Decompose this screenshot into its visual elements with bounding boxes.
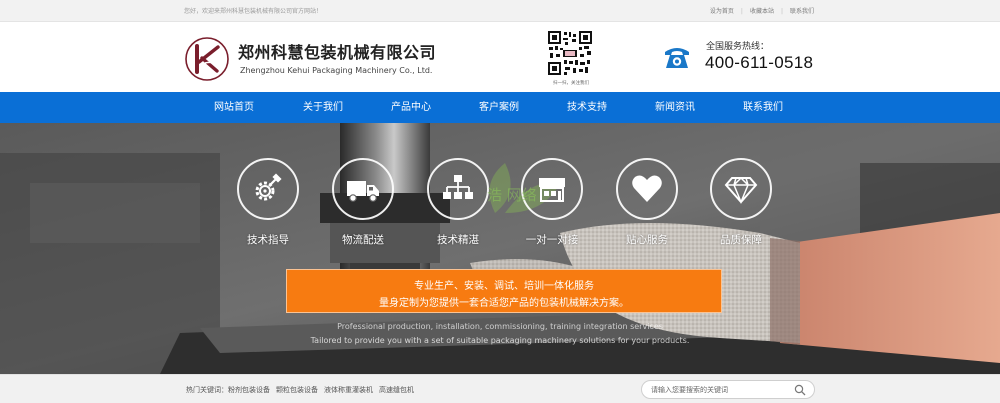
hero-banner: 技术指导 物流配送 技术精湛 一对一对接 贴心服务 品质保障 浩 网络 专业生产… <box>0 123 1000 374</box>
keyword-link[interactable]: 液体称重灌装机 <box>324 386 373 394</box>
search-box <box>641 380 815 399</box>
feature-label: 品质保障 <box>720 234 762 246</box>
nav-item-contact[interactable]: 联系我们 <box>725 92 801 123</box>
feature-superb-skills[interactable]: 技术精湛 <box>426 158 490 247</box>
feature-label: 技术指导 <box>247 234 289 246</box>
search-icon[interactable] <box>794 384 806 396</box>
feature-icon-circle[interactable] <box>237 158 299 220</box>
feature-label: 技术精湛 <box>437 234 479 246</box>
bookmark-link[interactable]: 收藏本站 <box>750 8 774 15</box>
main-nav: 网站首页 关于我们 产品中心 客户案例 技术支持 新闻资讯 联系我们 <box>0 92 1000 123</box>
heart-icon <box>632 175 662 202</box>
feature-technical-guidance[interactable]: 技术指导 <box>236 158 300 247</box>
feature-label: 物流配送 <box>342 234 384 246</box>
feature-icon-circle[interactable] <box>427 158 489 220</box>
watermark-text: 浩 网络 <box>487 186 537 204</box>
nav-item-cases[interactable]: 客户案例 <box>461 92 537 123</box>
nav-item-support[interactable]: 技术支持 <box>549 92 625 123</box>
service-banner: 专业生产、安装、调试、培训一体化服务 量身定制为您提供一套合适您产品的包装机械解… <box>286 269 722 313</box>
feature-icon-circle[interactable] <box>710 158 772 220</box>
keyword-link[interactable]: 高速缝包机 <box>379 386 414 394</box>
feature-logistics[interactable]: 物流配送 <box>331 158 395 247</box>
company-logo-icon[interactable] <box>184 36 230 82</box>
banner-line-1: 专业生产、安装、调试、培训一体化服务 <box>414 281 594 292</box>
nav-item-about[interactable]: 关于我们 <box>285 92 361 123</box>
feature-quality-assurance[interactable]: 品质保障 <box>709 158 773 247</box>
feature-label: 贴心服务 <box>626 234 668 246</box>
welcome-text: 您好，欢迎来郑州科慧包装机械有限公司官方网站！ <box>184 8 323 15</box>
hotline-number: 400-611-0518 <box>705 53 814 72</box>
keyword-link[interactable]: 粉剂包装设备 <box>228 386 270 394</box>
gear-wrench-icon <box>255 173 282 201</box>
org-chart-icon <box>443 175 473 199</box>
hotline-label: 全国服务热线： <box>706 42 770 52</box>
english-tagline-2: Tailored to provide you with a set of su… <box>310 336 690 345</box>
truck-icon <box>347 181 379 202</box>
keyword-link[interactable]: 颗粒包装设备 <box>276 386 318 394</box>
feature-icon-circle[interactable] <box>616 158 678 220</box>
wechat-qr-code <box>547 30 593 76</box>
contact-us-link[interactable]: 联系我们 <box>790 8 814 15</box>
nav-item-products[interactable]: 产品中心 <box>373 92 449 123</box>
hot-keywords-bar: 热门关键词：粉剂包装设备 颗粒包装设备 液体称重灌装机 高速缝包机 <box>0 374 1000 403</box>
feature-label: 一对一对接 <box>525 234 579 246</box>
english-tagline-1: Professional production, installation, c… <box>337 322 663 331</box>
nav-item-news[interactable]: 新闻资讯 <box>637 92 713 123</box>
company-name-cn: 郑州科慧包装机械有限公司 <box>238 43 437 62</box>
banner-line-2: 量身定制为您提供一套合适您产品的包装机械解决方案。 <box>379 298 629 309</box>
top-links: 设为首页 | 收藏本站 | 联系我们 <box>709 8 814 15</box>
feature-icon-circle[interactable] <box>332 158 394 220</box>
top-bar: 您好，欢迎来郑州科慧包装机械有限公司官方网站！ 设为首页 | 收藏本站 | 联系我们 <box>0 0 1000 22</box>
company-name-en: Zhengzhou Kehui Packaging Machinery Co.,… <box>240 66 433 75</box>
site-header: 郑州科慧包装机械有限公司 Zhengzhou Kehui Packaging M… <box>0 22 1000 92</box>
feature-caring-service[interactable]: 贴心服务 <box>615 158 679 247</box>
qr-caption: 扫一扫，关注我们 <box>553 81 589 86</box>
diamond-icon <box>724 176 758 204</box>
set-homepage-link[interactable]: 设为首页 <box>710 8 734 15</box>
nav-item-home[interactable]: 网站首页 <box>196 92 272 123</box>
hot-keywords: 热门关键词：粉剂包装设备 颗粒包装设备 液体称重灌装机 高速缝包机 <box>186 385 414 395</box>
phone-icon <box>665 48 689 68</box>
hot-keywords-label: 热门关键词： <box>186 386 228 394</box>
search-input[interactable] <box>651 383 791 396</box>
